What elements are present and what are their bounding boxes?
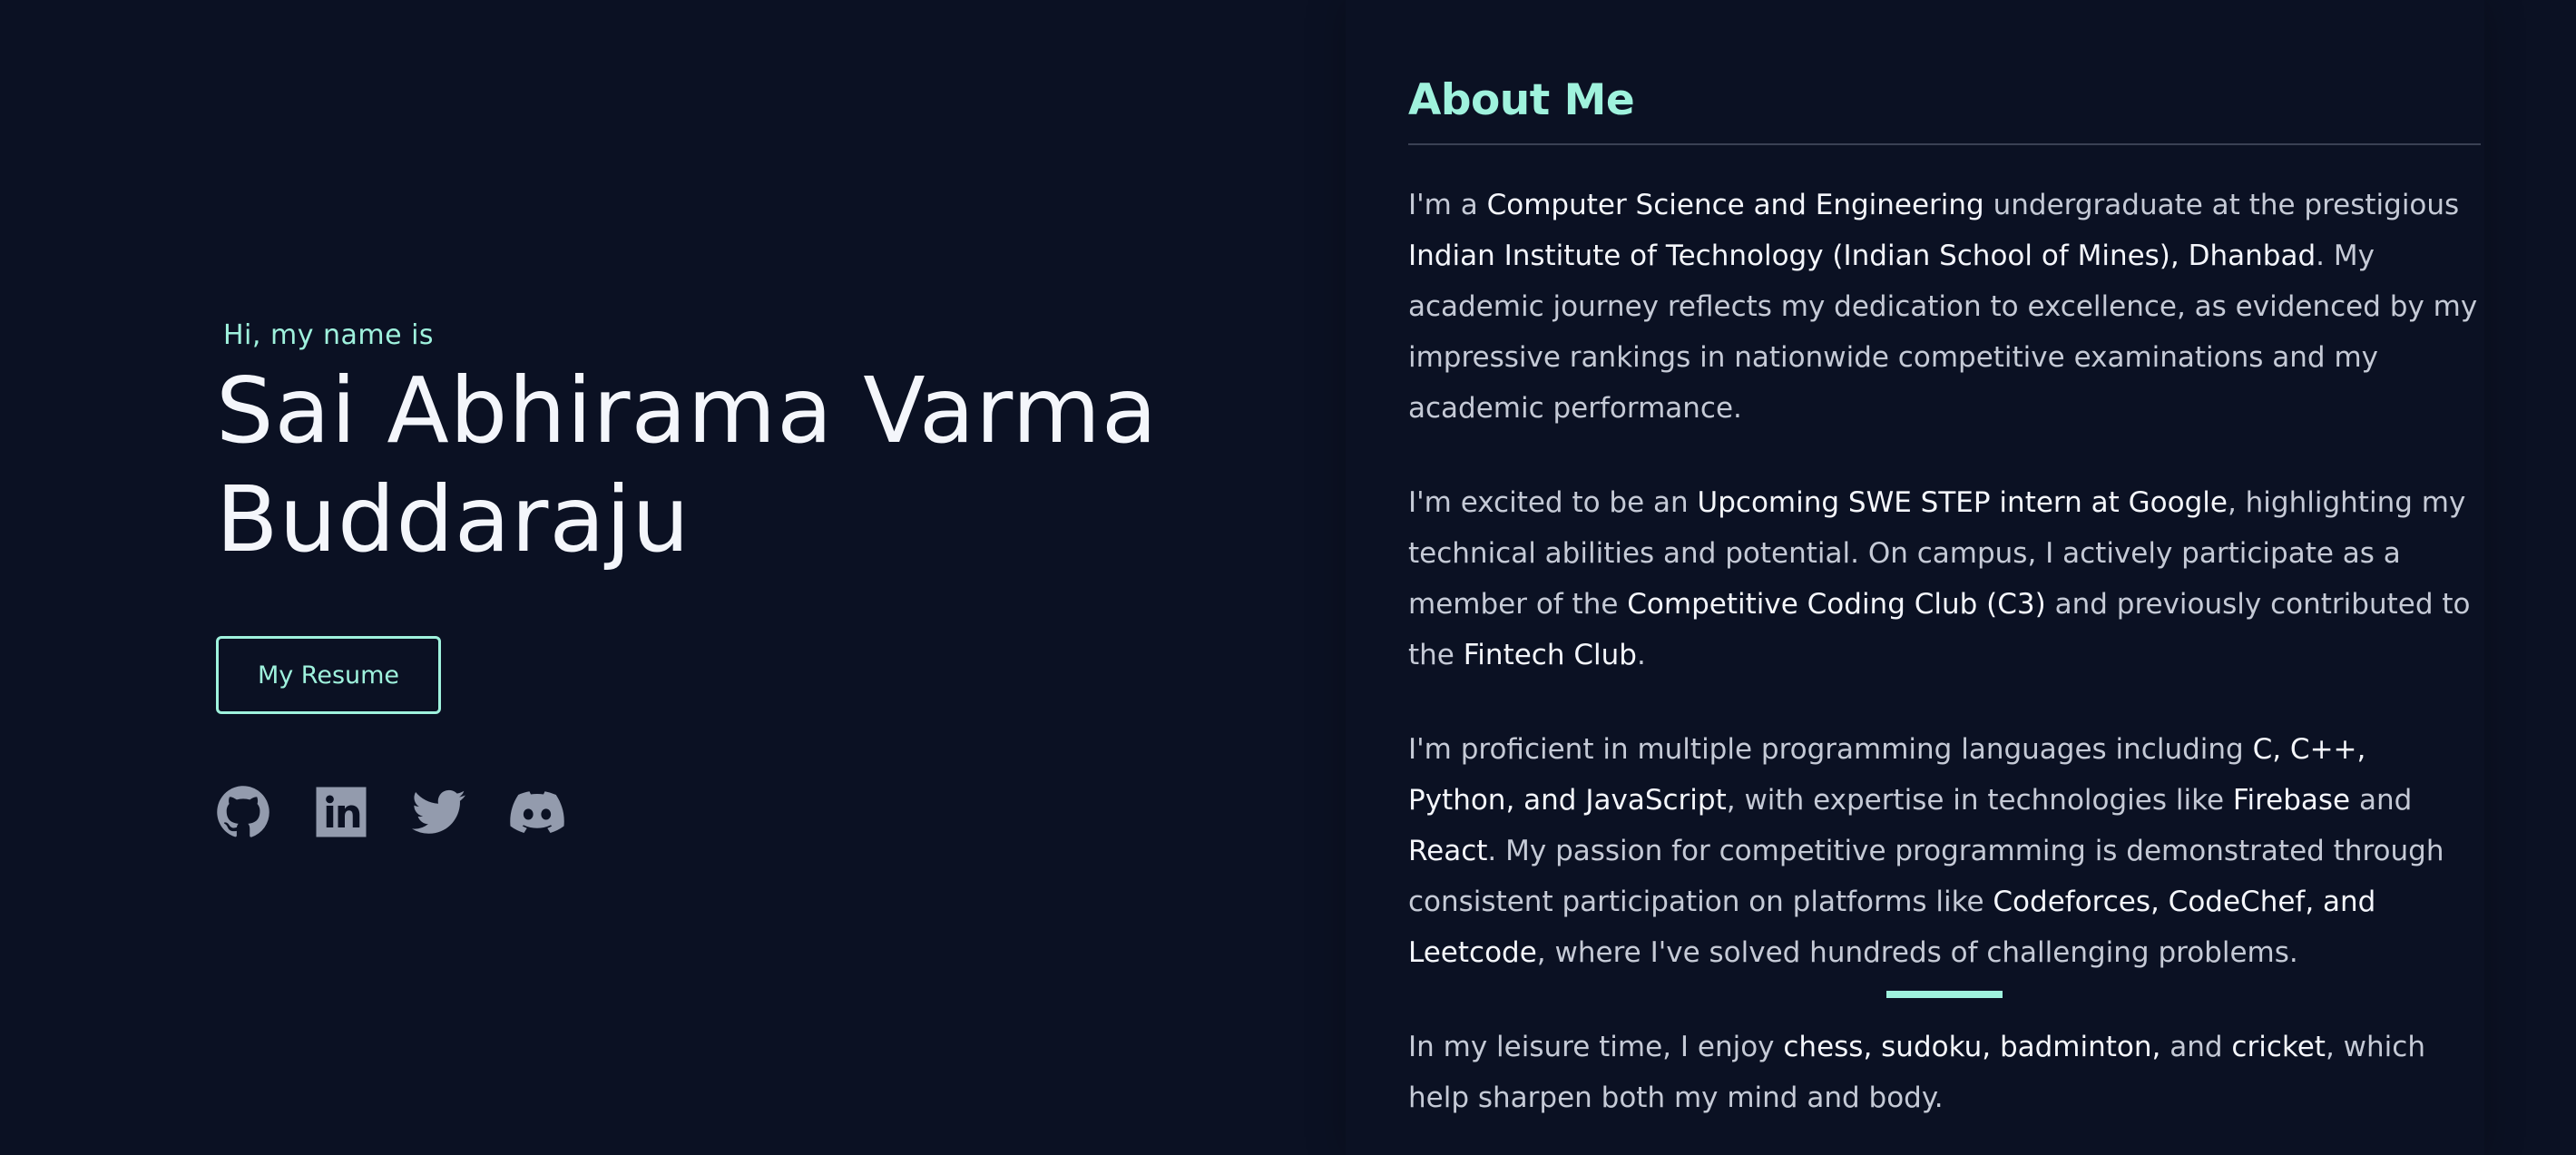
about-content: About Me I'm a Computer Science and Engi… [1408,71,2483,1123]
github-link[interactable] [216,785,270,839]
paragraph-text: , with expertise in technologies like [1726,784,2233,817]
social-links [216,785,1305,839]
paragraph-text: I'm proficient in multiple programming l… [1408,733,2253,766]
paragraph-text: and [2160,1031,2232,1063]
paragraph-text: undergraduate at the prestigious [1983,189,2460,221]
greeting-text: Hi, my name is [223,319,435,351]
about-paragraph-1: I'm a Computer Science and Engineering u… [1408,180,2481,434]
highlight-text: Fintech Club [1463,639,1637,671]
paragraph-text: and [2350,784,2413,817]
paragraph-text: I'm a [1408,189,1487,221]
hero-name-line2: Buddaraju [216,466,691,573]
highlight-text: Computer Science and Engineering [1486,189,1984,221]
paragraph-text: . [1636,639,1646,671]
paragraph-text: , where I've solved hundreds of challeng… [1536,936,2298,969]
paragraph-text: In my leisure time, I enjoy [1408,1031,1784,1063]
github-icon [217,786,269,837]
hero-name: Sai Abhirama Varma Buddaraju [216,357,1305,574]
highlight-text: Indian Institute of Technology (Indian S… [1408,240,2316,272]
hero-name-line1: Sai Abhirama Varma [216,357,1159,464]
highlight-text: cricket [2231,1031,2326,1063]
discord-link[interactable] [510,785,564,839]
resume-button[interactable]: My Resume [216,636,441,714]
about-title: About Me [1408,75,1635,125]
twitter-link[interactable] [412,785,466,839]
discord-icon [510,791,564,833]
paragraph-text: I'm excited to be an [1408,486,1698,519]
highlight-text: Competitive Coding Club (C3) [1627,588,2046,621]
highlight-text: React [1408,835,1488,867]
about-paragraph-3: I'm proficient in multiple programming l… [1408,724,2481,978]
highlight-text: Firebase [2232,784,2351,817]
twitter-icon [412,789,465,834]
linkedin-link[interactable] [314,785,368,839]
portfolio-page: Hi, my name is Sai Abhirama Varma Buddar… [0,0,2576,1155]
highlight-text: chess, sudoku, badminton, [1783,1031,2161,1063]
about-section: About Me I'm a Computer Science and Engi… [1346,0,2484,1155]
section-accent-bar [1886,991,2003,998]
about-paragraph-2: I'm excited to be an Upcoming SWE STEP i… [1408,477,2481,680]
linkedin-icon [316,787,367,837]
hero-section: Hi, my name is Sai Abhirama Varma Buddar… [216,319,1305,839]
about-divider [1408,143,2481,145]
about-paragraph-4: In my leisure time, I enjoy chess, sudok… [1408,1022,2481,1123]
highlight-text: Upcoming SWE STEP intern at Google [1697,486,2228,519]
